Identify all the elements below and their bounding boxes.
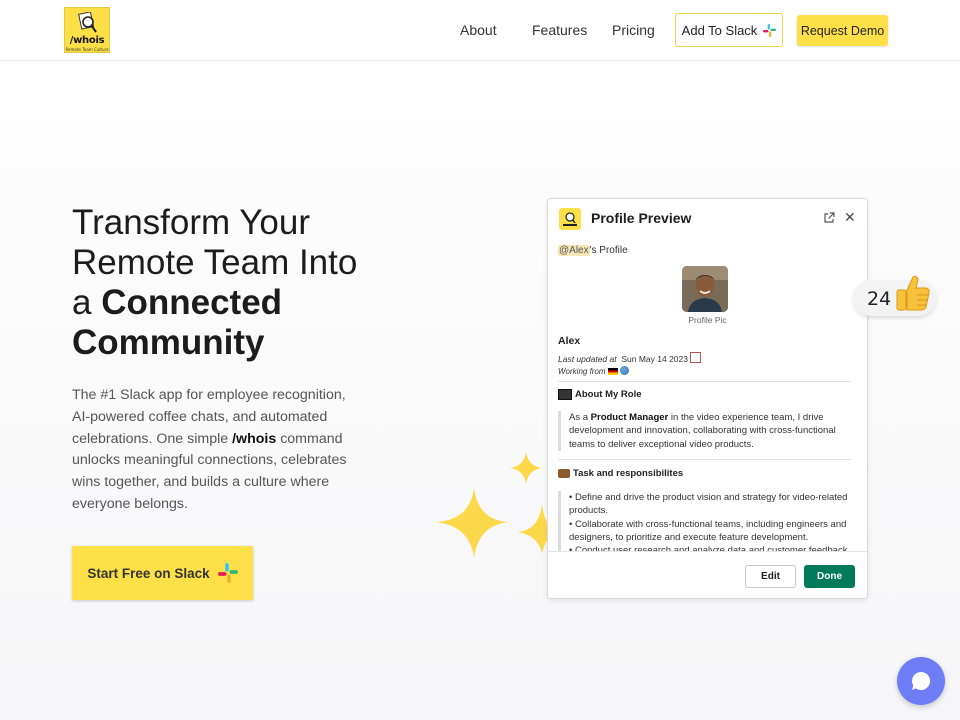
hero-title-line2: Remote Team Into [72, 243, 358, 282]
divider [558, 459, 851, 460]
whois-logo[interactable]: /whois Remote Team Culture [64, 7, 110, 53]
avatar [682, 266, 728, 312]
avatar-caption: Profile Pic [688, 315, 727, 325]
whois-command: /whois [232, 430, 277, 447]
about-role-heading: About My Role [558, 389, 642, 400]
add-to-slack-label: Add To Slack [681, 22, 758, 38]
start-free-on-slack-button[interactable]: Start Free on Slack [72, 546, 253, 600]
cta-label: Start Free on Slack [87, 565, 210, 581]
thumbs-up-icon [896, 275, 930, 311]
hero-title-community: Community [72, 323, 265, 362]
nav-features[interactable]: Features [532, 21, 587, 39]
hero-title-connected: Connected [101, 283, 283, 322]
done-button[interactable]: Done [804, 565, 855, 588]
card-title: Profile Preview [591, 210, 692, 226]
user-mention[interactable]: @Alex [558, 245, 590, 256]
sparkle-stars-icon [436, 452, 560, 558]
magnifier-icon [78, 12, 97, 33]
nav-pricing[interactable]: Pricing [612, 21, 655, 39]
calendar-icon [690, 352, 702, 363]
tasks-heading: Task and responsibilites [558, 468, 683, 479]
like-count: 24 [867, 288, 892, 310]
briefcase-icon [558, 469, 570, 478]
tasks-label: Task and responsibilites [573, 468, 684, 479]
last-updated: Last updated at Sun May 14 2023 [558, 352, 702, 364]
hero-title-a: a [72, 283, 102, 322]
profile-heading: @Alex's Profile [558, 245, 628, 256]
task-item: • Collaborate with cross-functional team… [569, 518, 847, 543]
close-icon[interactable]: ✕ [844, 210, 856, 224]
working-from-label: Working from [558, 367, 606, 376]
external-link-icon[interactable] [823, 212, 835, 224]
edit-button[interactable]: Edit [745, 565, 796, 588]
card-footer: Edit Done [548, 551, 867, 598]
about-role-text: As a Product Manager in the video experi… [558, 411, 851, 451]
profile-name: Alex [558, 335, 581, 347]
chat-launcher-button[interactable] [897, 657, 945, 705]
site-header: /whois Remote Team Culture About Feature… [0, 0, 960, 61]
hero-title: Transform Your Remote Team Into a Connec… [72, 203, 402, 363]
hero-description: The #1 Slack app for employee recognitio… [72, 385, 357, 516]
last-updated-value: Sun May 14 2023 [621, 354, 688, 364]
like-badge: 24 [853, 275, 936, 316]
working-from: Working from [558, 366, 630, 376]
logo-tagline: Remote Team Culture [65, 47, 109, 52]
chat-bubble-icon [912, 672, 931, 690]
hero-title-line1: Transform Your [72, 203, 310, 242]
about-role-title: Product Manager [590, 412, 669, 423]
request-demo-button[interactable]: Request Demo [797, 15, 888, 46]
profile-preview-card: Profile Preview ✕ @Alex's Profile Profil… [547, 198, 868, 599]
nav-about[interactable]: About [460, 21, 497, 39]
last-updated-label: Last updated at [558, 354, 617, 364]
profile-suffix: 's Profile [589, 245, 628, 256]
germany-flag-icon [607, 368, 618, 375]
task-item: • Define and drive the product vision an… [569, 492, 848, 517]
slack-icon [217, 563, 238, 583]
add-to-slack-button[interactable]: Add To Slack [675, 13, 783, 47]
divider [558, 381, 851, 382]
card-whois-logo-icon [559, 208, 581, 230]
about-pre: As a [569, 412, 591, 423]
about-role-label: About My Role [575, 389, 642, 400]
computer-icon [558, 389, 572, 400]
globe-icon [620, 366, 630, 375]
slack-icon [763, 23, 777, 37]
logo-wordmark: /whois [69, 35, 105, 46]
